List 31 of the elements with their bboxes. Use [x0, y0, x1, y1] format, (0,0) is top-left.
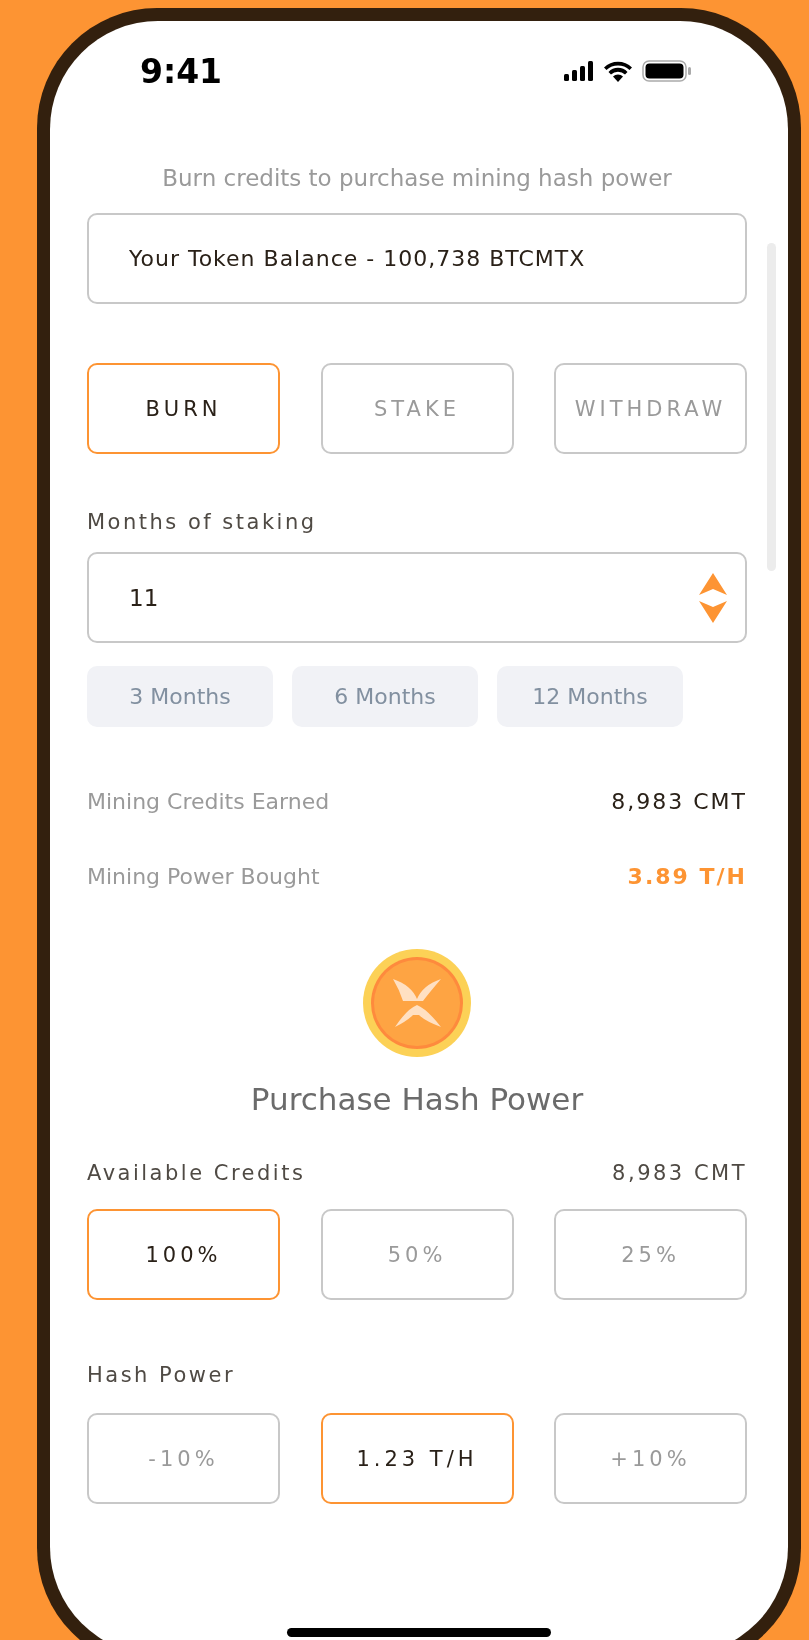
- credits-label: Available Credits: [87, 1161, 306, 1185]
- months-label: Months of staking: [87, 510, 318, 534]
- subtitle: Burn credits to purchase mining hash power: [161, 165, 673, 191]
- balance-display: Your Token Balance - 100,738 BTCMTX: [87, 213, 747, 304]
- preset-chip[interactable]: 6 Months: [292, 666, 478, 727]
- percent-button[interactable]: 100%: [87, 1209, 280, 1300]
- increment-icon[interactable]: [699, 572, 727, 595]
- hash-button[interactable]: +10%: [554, 1413, 747, 1504]
- credits-value: 8,983 CMT: [612, 1161, 747, 1185]
- mode-tab[interactable]: STAKE: [320, 363, 514, 454]
- decrement-icon[interactable]: [699, 600, 727, 623]
- stat-value: 8,983 CMT: [611, 789, 747, 814]
- battery-icon: [642, 60, 692, 82]
- coin-logo-icon: [363, 949, 471, 1057]
- percent-button[interactable]: 25%: [554, 1209, 747, 1300]
- status-time: 9:41: [140, 51, 223, 91]
- hash-button[interactable]: 1.23 T/H: [320, 1413, 514, 1504]
- stat-label: Mining Power Bought: [87, 864, 320, 889]
- hash-label: Hash Power: [87, 1363, 237, 1387]
- mode-tab[interactable]: BURN: [87, 363, 280, 454]
- section-title: Purchase Hash Power: [249, 1081, 585, 1117]
- months-field[interactable]: 11: [87, 552, 747, 643]
- stat-value: 3.89 T/H: [627, 864, 747, 889]
- hash-button[interactable]: -10%: [87, 1413, 280, 1504]
- preset-chip[interactable]: 3 Months: [87, 666, 273, 727]
- signal-icon: [564, 61, 594, 81]
- mode-tab[interactable]: WITHDRAW: [554, 363, 747, 454]
- stat-label: Mining Credits Earned: [87, 789, 330, 814]
- wifi-icon: [604, 60, 632, 82]
- preset-chip[interactable]: 12 Months: [497, 666, 683, 727]
- percent-button[interactable]: 50%: [320, 1209, 514, 1300]
